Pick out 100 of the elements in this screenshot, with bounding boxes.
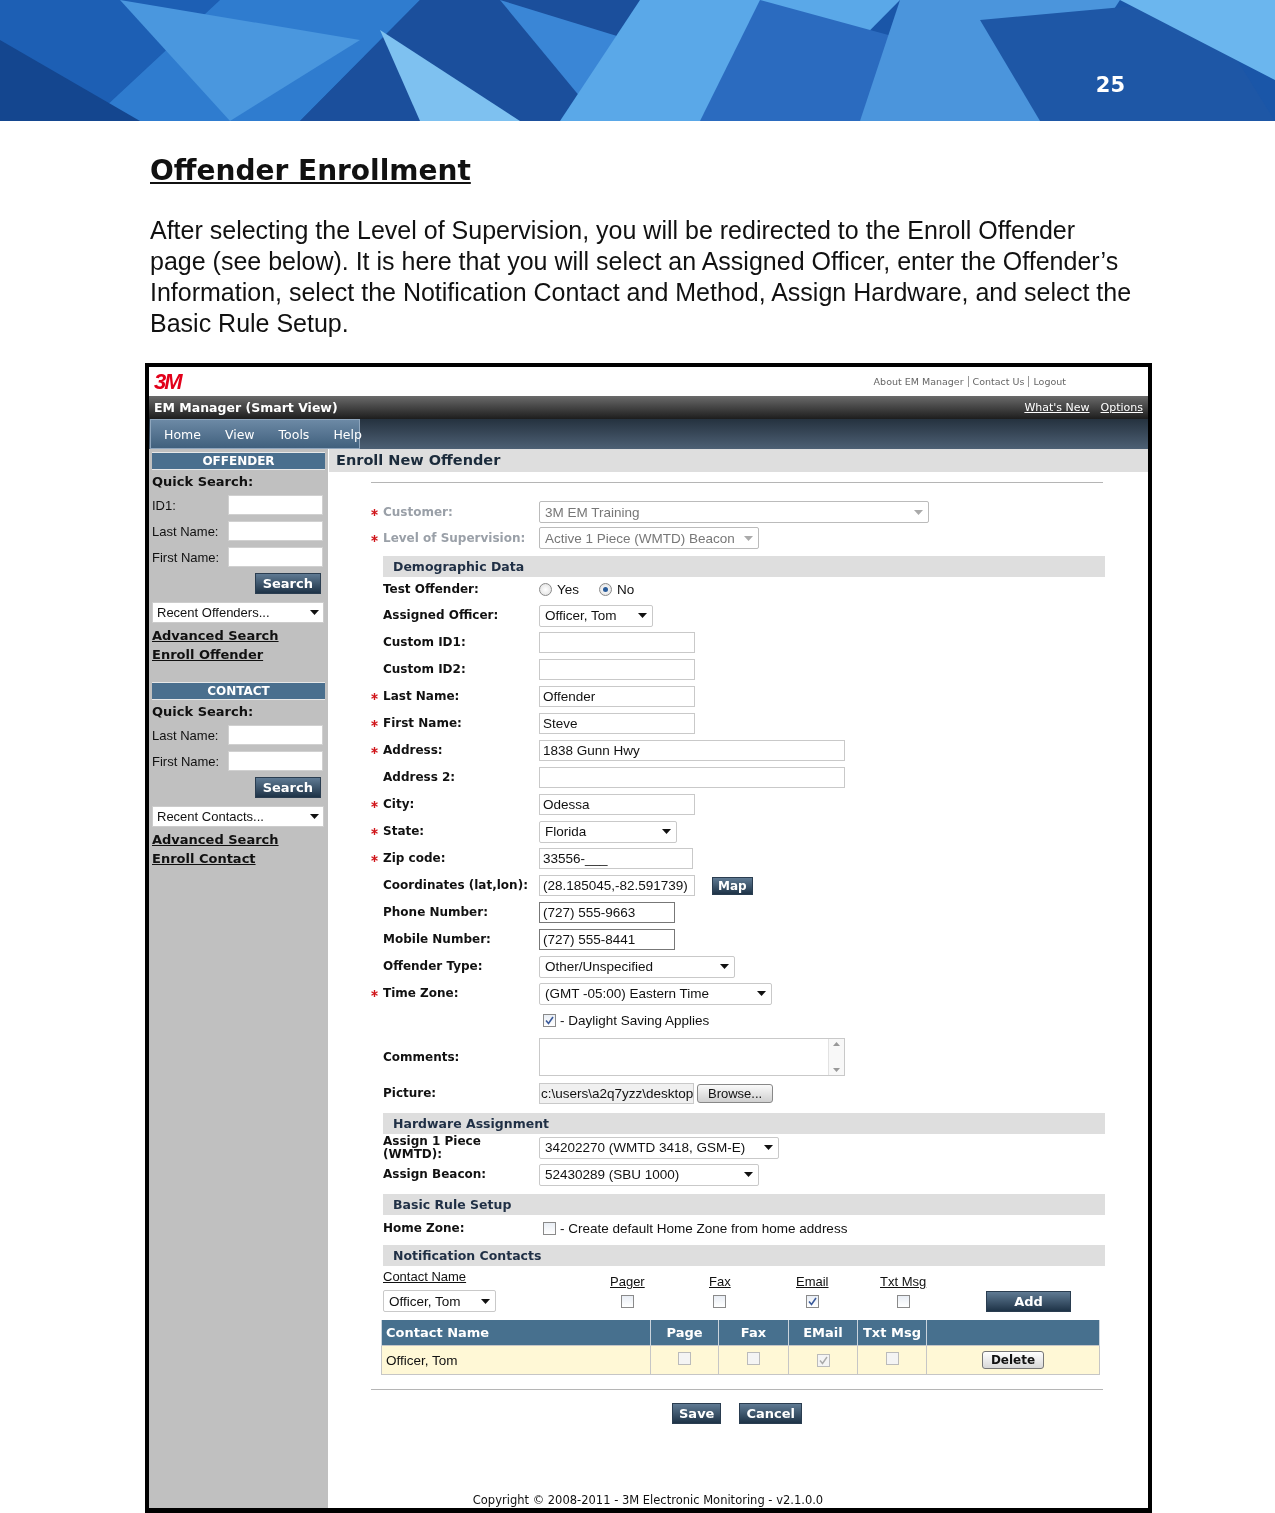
checkbox[interactable] — [620, 1295, 634, 1308]
field-label: State: — [383, 825, 426, 838]
dropdown[interactable]: 52430289 (SBU 1000) — [539, 1163, 759, 1186]
caret-icon — [310, 610, 319, 615]
dropdown[interactable]: Officer, Tom — [383, 1290, 496, 1312]
text-field[interactable]: (727) 555-9663 — [539, 902, 675, 923]
caret-icon — [764, 1145, 773, 1150]
column-link[interactable]: Email — [796, 1274, 829, 1289]
checkbox-label: - Create default Home Zone from home address — [560, 1221, 848, 1236]
text-field[interactable]: Offender — [539, 686, 695, 707]
field-label: Offender Type: — [383, 960, 484, 973]
checkbox[interactable] — [896, 1295, 910, 1308]
field-label: Assigned Officer: — [383, 609, 500, 622]
field-label: Comments: — [383, 1050, 461, 1064]
sidebar-link[interactable]: Enroll Contact — [152, 850, 256, 868]
field-label: Address 2: — [383, 771, 457, 784]
column-link[interactable]: Txt Msg — [880, 1274, 927, 1289]
dropdown[interactable]: Officer, Tom — [539, 604, 653, 627]
header-link[interactable]: Logout — [1028, 376, 1070, 387]
header-link[interactable]: What's New — [1024, 401, 1090, 414]
page-number: 25 — [1095, 73, 1125, 97]
search-field[interactable] — [228, 495, 323, 515]
comments-field[interactable] — [539, 1038, 845, 1076]
sidebar-link[interactable]: Enroll Offender — [152, 646, 264, 664]
dropdown[interactable]: Other/Unspecified — [539, 955, 735, 978]
search-button[interactable]: Search — [254, 777, 321, 798]
cancel-button[interactable]: Cancel — [739, 1403, 802, 1424]
up-arrow-icon[interactable] — [833, 1042, 840, 1046]
text-field[interactable]: Odessa — [539, 794, 695, 815]
caret-icon — [481, 1298, 490, 1304]
page-heading: Offender Enrollment — [150, 153, 471, 189]
recent-dropdown[interactable]: Recent Offenders... — [152, 602, 324, 623]
down-arrow-icon[interactable] — [833, 1068, 840, 1072]
header-link[interactable]: Contact Us — [967, 376, 1029, 387]
text-field[interactable] — [539, 767, 845, 788]
caret-icon — [720, 964, 729, 969]
sidebar-heading: OFFENDER — [152, 452, 325, 470]
dropdown[interactable]: (GMT -05:00) Eastern Time — [539, 982, 772, 1005]
field-label: Assign 1 Piece (WMTD): — [383, 1134, 482, 1161]
text-field[interactable] — [539, 632, 695, 653]
dropdown[interactable]: 34202270 (WMTD 3418, GSM-E) — [539, 1136, 779, 1159]
checkbox[interactable] — [543, 1014, 556, 1027]
checkbox[interactable] — [713, 1295, 727, 1308]
quick-search-label: Quick Search: — [152, 474, 255, 489]
field-label: Phone Number: — [383, 906, 489, 919]
field-label: City: — [383, 798, 416, 811]
menu-item[interactable]: Help — [320, 426, 373, 442]
search-field[interactable] — [228, 725, 323, 745]
section-header: Hardware Assignment — [383, 1113, 1105, 1134]
brand-logo: 3M — [154, 368, 181, 395]
save-button[interactable]: Save — [672, 1403, 722, 1424]
search-field[interactable] — [228, 547, 323, 567]
field-label: Last Name: — [152, 523, 219, 539]
text-field[interactable]: Steve — [539, 713, 695, 734]
radio-button[interactable] — [539, 583, 552, 596]
menu-item[interactable]: View — [211, 426, 266, 442]
field-label: Picture: — [383, 1087, 438, 1100]
text-field[interactable]: (28.185045,-82.591739) — [539, 875, 695, 896]
caret-icon — [914, 509, 923, 515]
search-field[interactable] — [228, 521, 323, 541]
add-button[interactable]: Add — [986, 1291, 1071, 1312]
caret-icon — [310, 814, 319, 819]
page-title-bar: Enroll New Offender — [329, 449, 1148, 472]
text-field[interactable] — [539, 659, 695, 680]
search-button[interactable]: Search — [254, 573, 321, 594]
field-label: Last Name: — [383, 690, 461, 703]
field-label: Custom ID1: — [383, 636, 467, 649]
checkbox[interactable] — [805, 1295, 819, 1308]
text-field[interactable]: 1838 Gunn Hwy — [539, 740, 845, 761]
sidebar-link[interactable]: Advanced Search — [152, 627, 279, 645]
column-link[interactable]: Pager — [610, 1274, 645, 1289]
section-header: Basic Rule Setup — [383, 1194, 1105, 1215]
column-link[interactable]: Fax — [709, 1274, 731, 1289]
text-field[interactable]: 33556-___ — [539, 848, 693, 869]
text-field[interactable]: (727) 555-8441 — [539, 929, 675, 950]
field-label: Time Zone: — [383, 987, 460, 1000]
sidebar-heading: CONTACT — [152, 682, 325, 700]
scrollbar[interactable] — [828, 1039, 844, 1075]
recent-dropdown[interactable]: Recent Contacts... — [152, 806, 324, 827]
dropdown[interactable]: Florida — [539, 820, 677, 843]
caret-icon — [662, 829, 671, 834]
field-label: Address: — [383, 744, 444, 757]
header-link[interactable]: Options — [1100, 401, 1143, 414]
section-header: Demographic Data — [383, 556, 1105, 577]
checkbox[interactable] — [543, 1222, 556, 1235]
field-label: Custom ID2: — [383, 663, 467, 676]
search-field[interactable] — [228, 751, 323, 771]
column-header: Page — [650, 1320, 719, 1346]
delete-button[interactable]: Delete — [981, 1351, 1045, 1369]
menu-item[interactable]: Home — [151, 426, 212, 442]
map-button[interactable]: Map — [712, 876, 753, 895]
header-link[interactable]: About EM Manager — [869, 376, 968, 387]
browse-button[interactable]: Browse... — [697, 1084, 774, 1103]
field-label: ID1: — [152, 497, 176, 513]
sidebar-link[interactable]: Advanced Search — [152, 831, 279, 849]
column-link[interactable]: Contact Name — [383, 1269, 467, 1284]
menu-item[interactable]: Tools — [265, 426, 321, 442]
file-path-field[interactable]: c:\users\a2q7yzz\desktop — [539, 1083, 694, 1104]
radio-button[interactable] — [599, 583, 613, 596]
field-label: Assign Beacon: — [383, 1168, 488, 1181]
